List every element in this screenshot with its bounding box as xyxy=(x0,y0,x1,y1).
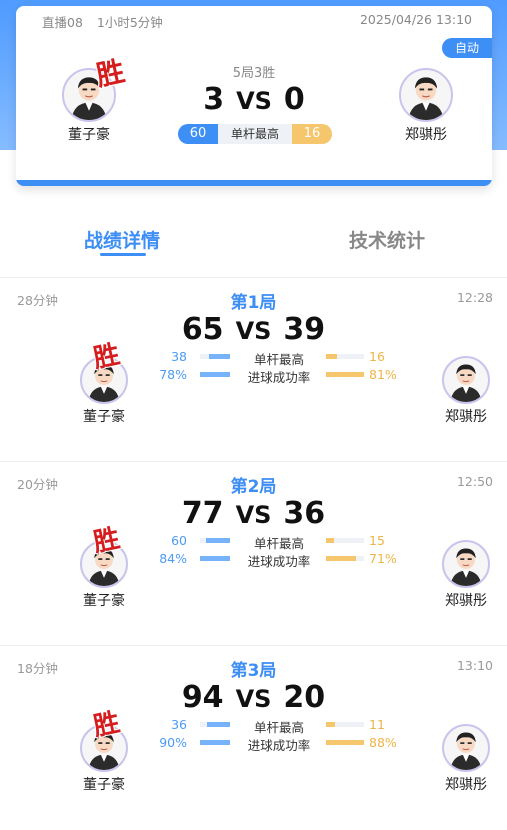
player-name: 郑骐彤 xyxy=(445,593,487,609)
stat-right-value: 11 xyxy=(369,717,385,732)
match-duration: 1小时5分钟 xyxy=(96,15,163,30)
match-meta: 直播08 1小时5分钟 xyxy=(42,12,177,31)
set-time: 12:28 xyxy=(456,290,493,305)
set-card[interactable]: 20分钟 第2局 12:50 77 VS 36 董子豪 胜 郑骐彤 60 单杆最高 … xyxy=(0,462,507,646)
player-name: 郑骐彤 xyxy=(445,409,487,425)
set-time: 13:10 xyxy=(456,658,493,673)
stat-row: 84% 进球成功率 71% xyxy=(0,551,507,569)
stat-left-bar xyxy=(200,372,230,377)
stat-left-bar xyxy=(200,556,230,561)
set-title: 第1局 xyxy=(230,293,277,313)
score-right: 20 xyxy=(283,680,326,715)
set-score: 77 VS 36 xyxy=(0,496,507,531)
player-name: 郑骐彤 xyxy=(445,777,487,793)
stat-right-value: 15 xyxy=(369,533,385,548)
stat-right-bar xyxy=(326,722,364,727)
player-name: 董子豪 xyxy=(83,777,125,793)
auto-badge[interactable]: 自动 xyxy=(442,38,492,58)
player-name: 董子豪 xyxy=(68,127,110,143)
highest-break-label: 单杆最高 xyxy=(230,127,279,141)
stat-left-bar xyxy=(200,538,230,543)
stat-left-value: 84% xyxy=(159,551,187,566)
stat-right-value: 88% xyxy=(369,735,397,750)
highest-break-left: 60 xyxy=(178,124,218,144)
stat-label: 单杆最高 xyxy=(253,352,304,367)
stat-left-value: 60 xyxy=(171,533,187,548)
stat-label: 单杆最高 xyxy=(253,720,304,735)
match-format: 5局3胜 xyxy=(232,66,276,81)
stat-label: 单杆最高 xyxy=(253,536,304,551)
stat-right-value: 71% xyxy=(369,551,397,566)
stat-row: 36 单杆最高 11 xyxy=(0,717,507,735)
stat-left-bar xyxy=(200,740,230,745)
stat-right-bar xyxy=(326,740,364,745)
stat-right-bar xyxy=(326,372,364,377)
score-left: 94 xyxy=(181,680,224,715)
stat-row: 60 单杆最高 15 xyxy=(0,533,507,551)
set-score: 94 VS 20 xyxy=(0,680,507,715)
card-accent-line xyxy=(16,180,492,186)
player-name: 董子豪 xyxy=(83,409,125,425)
stat-row: 38 单杆最高 16 xyxy=(0,349,507,367)
stat-label: 进球成功率 xyxy=(247,554,311,569)
stat-left-bar xyxy=(200,722,230,727)
highest-break-bar: 60 单杆最高 16 xyxy=(178,124,332,144)
tab-underline xyxy=(100,253,146,256)
stat-left-bar xyxy=(200,354,230,359)
vs-label: VS xyxy=(236,87,272,115)
stat-left-value: 36 xyxy=(171,717,187,732)
tab-match-details[interactable]: 战绩详情 xyxy=(42,226,202,253)
tab-technical-stats[interactable]: 技术统计 xyxy=(307,226,467,253)
stat-row: 90% 进球成功率 88% xyxy=(0,735,507,753)
room-label: 直播08 xyxy=(42,15,83,30)
score-left: 65 xyxy=(181,312,224,347)
score-left: 3 xyxy=(203,82,225,117)
score-right: 39 xyxy=(283,312,326,347)
stat-label: 进球成功率 xyxy=(247,370,311,385)
set-score: 65 VS 39 xyxy=(0,312,507,347)
tab-bar: 战绩详情 技术统计 xyxy=(0,226,507,262)
match-datetime: 2025/04/26 13:10 xyxy=(359,12,472,27)
set-time: 12:50 xyxy=(456,474,493,489)
stat-left-value: 78% xyxy=(159,367,187,382)
score-right: 0 xyxy=(283,82,305,117)
set-title: 第3局 xyxy=(230,661,277,681)
stat-right-bar xyxy=(326,538,364,543)
stat-right-bar xyxy=(326,556,364,561)
player-name: 郑骐彤 xyxy=(405,127,447,143)
match-summary-card: 直播08 1小时5分钟 2025/04/26 13:10 自动 董子豪 胜 郑骐彤… xyxy=(16,6,492,186)
vs-label: VS xyxy=(235,317,272,345)
set-title: 第2局 xyxy=(230,477,277,497)
vs-label: VS xyxy=(235,501,272,529)
stat-label: 进球成功率 xyxy=(247,738,311,753)
set-card[interactable]: 18分钟 第3局 13:10 94 VS 20 董子豪 胜 郑骐彤 36 单杆最高 … xyxy=(0,646,507,830)
score-left: 77 xyxy=(181,496,224,531)
match-score: 3 VS 0 xyxy=(16,82,492,117)
stat-right-value: 81% xyxy=(369,367,397,382)
stat-left-value: 38 xyxy=(171,349,187,364)
stat-left-value: 90% xyxy=(159,735,187,750)
score-right: 36 xyxy=(283,496,326,531)
stat-right-value: 16 xyxy=(369,349,385,364)
stat-right-bar xyxy=(326,354,364,359)
highest-break-right: 16 xyxy=(292,124,332,144)
vs-label: VS xyxy=(235,685,272,713)
stat-row: 78% 进球成功率 81% xyxy=(0,367,507,385)
set-card[interactable]: 28分钟 第1局 12:28 65 VS 39 董子豪 胜 郑骐彤 38 单杆最高 … xyxy=(0,278,507,462)
player-name: 董子豪 xyxy=(83,593,125,609)
